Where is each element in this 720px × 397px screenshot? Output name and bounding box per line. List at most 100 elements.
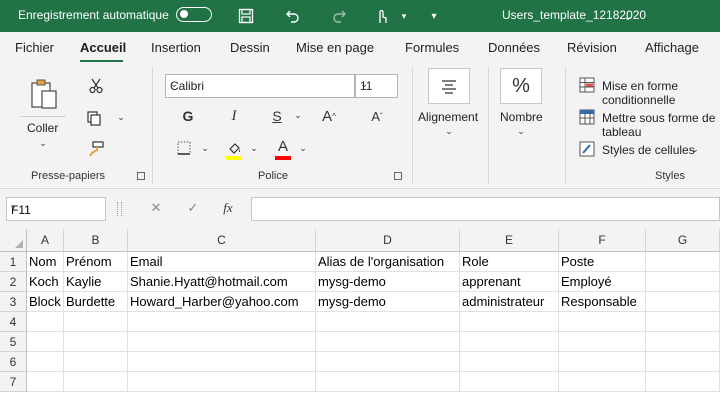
number-format-icon[interactable]: % (500, 68, 542, 104)
enter-icon[interactable]: ✓ (183, 198, 203, 218)
cell-a6[interactable] (27, 352, 64, 372)
italic-button[interactable]: I (224, 106, 244, 126)
column-header-a[interactable]: A (27, 229, 64, 252)
conditional-formatting-icon[interactable] (578, 76, 596, 94)
cell-c6[interactable] (128, 352, 316, 372)
underline-button[interactable]: S (267, 106, 287, 126)
font-size-select[interactable]: 11 ⌄ (355, 74, 398, 98)
cell-c3[interactable]: Howard_Harber@yahoo.com (128, 292, 316, 312)
cell-a4[interactable] (27, 312, 64, 332)
column-header-e[interactable]: E (460, 229, 559, 252)
font-color-button[interactable]: A (274, 136, 292, 156)
resize-handle[interactable] (117, 202, 122, 216)
cell-g7[interactable] (646, 372, 720, 392)
tab-accueil[interactable]: Accueil (80, 40, 126, 55)
copy-chevron-icon[interactable]: ⌄ (114, 110, 128, 124)
format-as-table-label[interactable]: Mettre sous forme de tableau (602, 111, 720, 139)
column-header-g[interactable]: G (646, 229, 720, 252)
paste-label[interactable]: Coller (27, 121, 58, 135)
cell-d1[interactable]: Alias de l'organisation (316, 252, 460, 272)
alignment-icon[interactable] (428, 68, 470, 104)
shrink-font-button[interactable]: Aˇ (366, 106, 388, 126)
cell-f7[interactable] (559, 372, 646, 392)
cell-d2[interactable]: mysg-demo (316, 272, 460, 292)
tab-formules[interactable]: Formules (405, 40, 459, 55)
font-name-select[interactable]: Calibri ⌄ (165, 74, 355, 98)
cut-icon[interactable] (86, 76, 106, 96)
row-header-6[interactable]: 6 (0, 352, 27, 372)
cell-g1[interactable] (646, 252, 720, 272)
conditional-formatting-label[interactable]: Mise en forme conditionnelle (602, 79, 720, 107)
cell-b1[interactable]: Prénom (64, 252, 128, 272)
tab-dessin[interactable]: Dessin (230, 40, 270, 55)
paste-chevron-icon[interactable]: ⌄ (36, 137, 50, 149)
fill-color-chevron-icon[interactable]: ⌄ (248, 141, 260, 155)
row-header-2[interactable]: 2 (0, 272, 27, 292)
customize-qat-icon[interactable]: ▾ (424, 6, 444, 26)
cell-e6[interactable] (460, 352, 559, 372)
cell-d5[interactable] (316, 332, 460, 352)
tab-affichage[interactable]: Affichage (645, 40, 699, 55)
autosave-toggle[interactable] (176, 7, 212, 22)
tab-insertion[interactable]: Insertion (151, 40, 201, 55)
row-header-3[interactable]: 3 (0, 292, 27, 312)
cell-c2[interactable]: Shanie.Hyatt@hotmail.com (128, 272, 316, 292)
underline-chevron-icon[interactable]: ⌄ (292, 108, 304, 122)
cell-c7[interactable] (128, 372, 316, 392)
cell-b6[interactable] (64, 352, 128, 372)
cell-a2[interactable]: Koch (27, 272, 64, 292)
cell-f5[interactable] (559, 332, 646, 352)
cell-e5[interactable] (460, 332, 559, 352)
cell-g5[interactable] (646, 332, 720, 352)
cell-f6[interactable] (559, 352, 646, 372)
select-all-button[interactable] (0, 229, 27, 252)
row-header-4[interactable]: 4 (0, 312, 27, 332)
tab-donnees[interactable]: Données (488, 40, 540, 55)
cell-styles-icon[interactable] (578, 140, 596, 158)
cell-b4[interactable] (64, 312, 128, 332)
cell-a5[interactable] (27, 332, 64, 352)
borders-icon[interactable] (174, 138, 194, 158)
cell-e3[interactable]: administrateur (460, 292, 559, 312)
number-label[interactable]: Nombre (500, 110, 543, 124)
cell-styles-label[interactable]: Styles de cellules (602, 143, 695, 157)
clipboard-launcher-icon[interactable] (137, 172, 145, 180)
cell-g4[interactable] (646, 312, 720, 332)
cell-d6[interactable] (316, 352, 460, 372)
format-as-table-icon[interactable] (578, 108, 596, 126)
column-header-d[interactable]: D (316, 229, 460, 252)
tab-mise-en-page[interactable]: Mise en page (296, 40, 374, 55)
formula-input[interactable] (251, 197, 720, 221)
cell-f3[interactable]: Responsable (559, 292, 646, 312)
cell-c5[interactable] (128, 332, 316, 352)
name-box[interactable]: F11 ▾ (6, 197, 106, 221)
row-header-5[interactable]: 5 (0, 332, 27, 352)
alignment-chevron-icon[interactable]: ⌄ (443, 125, 455, 137)
row-header-1[interactable]: 1 (0, 252, 27, 272)
column-header-b[interactable]: B (64, 229, 128, 252)
undo-icon[interactable] (282, 6, 302, 26)
cell-d3[interactable]: mysg-demo (316, 292, 460, 312)
cell-b5[interactable] (64, 332, 128, 352)
copy-icon[interactable] (84, 108, 104, 128)
cell-b7[interactable] (64, 372, 128, 392)
cell-a3[interactable]: Block (27, 292, 64, 312)
alignment-label[interactable]: Alignement (418, 110, 478, 124)
cell-c1[interactable]: Email (128, 252, 316, 272)
cell-a1[interactable]: Nom (27, 252, 64, 272)
row-header-7[interactable]: 7 (0, 372, 27, 392)
cell-g3[interactable] (646, 292, 720, 312)
cell-g6[interactable] (646, 352, 720, 372)
cell-e1[interactable]: Role (460, 252, 559, 272)
cell-d7[interactable] (316, 372, 460, 392)
column-header-f[interactable]: F (559, 229, 646, 252)
bold-button[interactable]: G (178, 106, 198, 126)
cell-f2[interactable]: Employé (559, 272, 646, 292)
cell-e7[interactable] (460, 372, 559, 392)
cell-d4[interactable] (316, 312, 460, 332)
cell-f4[interactable] (559, 312, 646, 332)
save-icon[interactable] (236, 6, 256, 26)
tab-revision[interactable]: Révision (567, 40, 617, 55)
tab-fichier[interactable]: Fichier (15, 40, 54, 55)
filename-chevron-icon[interactable]: ⌄ (618, 6, 638, 26)
